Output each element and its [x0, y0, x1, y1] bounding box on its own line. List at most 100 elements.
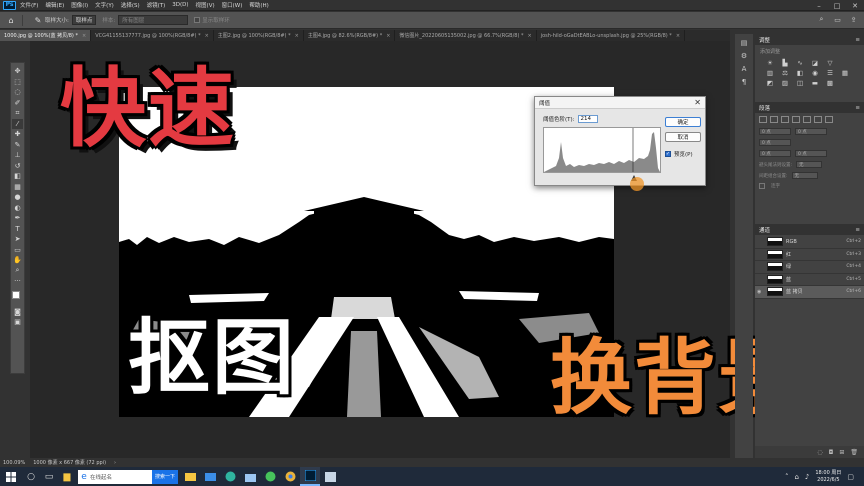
taskbar-search-button[interactable]: 搜索一下 — [151, 469, 178, 484]
explorer-app-icon[interactable] — [180, 467, 200, 486]
share-icon[interactable]: ⇪ — [849, 15, 858, 24]
pen-tool-icon[interactable]: ✒ — [12, 213, 23, 224]
ok-button[interactable]: 确定 — [665, 117, 701, 127]
character-icon[interactable]: A — [739, 64, 750, 74]
mojikumi-select[interactable]: 无 — [791, 172, 818, 179]
type-tool-icon[interactable]: T — [12, 224, 23, 235]
justify-all-icon[interactable] — [825, 116, 833, 123]
justify-right-icon[interactable] — [814, 116, 822, 123]
align-left-icon[interactable] — [759, 116, 767, 123]
minimize-icon[interactable]: – — [810, 0, 828, 11]
histogram[interactable] — [543, 127, 661, 173]
channel-mixer-icon[interactable]: ☰ — [825, 69, 835, 77]
align-center-icon[interactable] — [770, 116, 778, 123]
other-app-icon[interactable] — [320, 467, 340, 486]
search-icon[interactable]: ○ — [22, 467, 40, 486]
vibrance-icon[interactable]: ▽ — [825, 59, 835, 67]
path-select-icon[interactable]: ➤ — [12, 234, 23, 245]
posterize-icon[interactable]: ▨ — [780, 79, 790, 87]
gradient-map-icon[interactable]: ▬ — [810, 79, 820, 87]
clock[interactable]: 18:00 周日 2022/6/5 — [815, 470, 841, 483]
photo-filter-icon[interactable]: ◉ — [810, 69, 820, 77]
mail-app-icon[interactable] — [200, 467, 220, 486]
panel-menu-icon[interactable]: ≡ — [855, 37, 860, 43]
preview-option[interactable]: ✓ 预览(P) — [665, 150, 693, 158]
paragraph-icon[interactable]: ¶ — [739, 77, 750, 87]
color-balance-icon[interactable]: ⚖ — [780, 69, 790, 77]
close-icon[interactable]: ✕ — [846, 0, 864, 11]
history-icon[interactable]: ▤ — [739, 38, 750, 48]
maximize-icon[interactable]: □ — [828, 0, 846, 11]
load-selection-icon[interactable]: ◌ — [817, 449, 822, 456]
zoom-tool-icon[interactable]: ⌕ — [12, 266, 23, 277]
properties-icon[interactable]: ⚙ — [739, 51, 750, 61]
curves-icon[interactable]: ∿ — [795, 59, 805, 67]
menu-image[interactable]: 图像(I) — [71, 1, 88, 9]
tab-doc-3[interactable]: 主图2.jpg @ 100%(RGB/8#) * × — [214, 30, 304, 41]
menu-view[interactable]: 视图(V) — [196, 1, 215, 9]
brightness-icon[interactable]: ☀ — [765, 59, 775, 67]
tab-doc-5[interactable]: 微信图片_20220605135002.jpg @ 66.7%(RGB/8) *… — [395, 30, 537, 41]
preview-checkbox[interactable]: ✓ — [665, 151, 671, 157]
selective-color-icon[interactable]: ▩ — [825, 79, 835, 87]
cancel-button[interactable]: 取消 — [665, 132, 701, 142]
threshold-level-input[interactable]: 214 — [577, 115, 598, 123]
quick-select-tool-icon[interactable]: ✐ — [12, 98, 23, 109]
search-icon[interactable]: ⌕ — [817, 15, 826, 24]
channel-row-blue-copy[interactable]: ◉ 蓝 拷贝 Ctrl+6 — [755, 286, 864, 299]
lasso-tool-icon[interactable]: ◌ — [12, 87, 23, 98]
justify-center-icon[interactable] — [803, 116, 811, 123]
edge-browser-icon[interactable] — [220, 467, 240, 486]
taskbar-search-box[interactable]: e 在线起名 搜索一下 — [78, 469, 178, 484]
menu-select[interactable]: 选择(S) — [121, 1, 140, 9]
adjustments-panel-header[interactable]: 调整 ≡ — [755, 34, 864, 45]
channel-row-red[interactable]: 红 Ctrl+3 — [755, 249, 864, 261]
menu-filter[interactable]: 滤镜(T) — [147, 1, 166, 9]
chrome-app-icon[interactable] — [280, 467, 300, 486]
tab-doc-4[interactable]: 主图4.jpg @ 82.6%(RGB/8#) * × — [304, 30, 396, 41]
healing-tool-icon[interactable]: ✚ — [12, 129, 23, 140]
marquee-tool-icon[interactable]: ⬚ — [12, 77, 23, 88]
screen-mode-icon[interactable]: ▣ — [12, 317, 23, 328]
close-icon[interactable]: × — [205, 33, 209, 39]
menu-type[interactable]: 文字(Y) — [95, 1, 114, 9]
channel-row-blue[interactable]: 蓝 Ctrl+5 — [755, 274, 864, 286]
notification-icon[interactable]: ▢ — [847, 473, 854, 481]
stamp-tool-icon[interactable]: ⊥ — [12, 150, 23, 161]
channels-panel-header[interactable]: 通道 ≡ — [755, 224, 864, 235]
menu-edit[interactable]: 编辑(E) — [45, 1, 64, 9]
hyphenate-checkbox[interactable] — [759, 183, 765, 189]
panel-menu-icon[interactable]: ≡ — [855, 227, 860, 233]
quick-mask-icon[interactable]: ◙ — [12, 307, 23, 318]
eyedropper-tool-icon[interactable]: ⁄ — [12, 118, 23, 129]
align-right-icon[interactable] — [781, 116, 789, 123]
volume-icon[interactable]: ♪ — [805, 473, 809, 481]
eye-icon[interactable]: ◉ — [757, 289, 764, 295]
kinsoku-select[interactable]: 无 — [796, 161, 823, 168]
zoom-level[interactable]: 100.09% — [3, 460, 25, 466]
menu-window[interactable]: 窗口(W) — [222, 1, 243, 9]
space-before-field[interactable]: 0 点 — [759, 150, 791, 157]
levels-icon[interactable]: ▙ — [780, 59, 790, 67]
blur-tool-icon[interactable]: ● — [12, 192, 23, 203]
eyedropper-icon[interactable]: ✎ — [31, 14, 45, 26]
chevron-right-icon[interactable]: › — [114, 460, 116, 466]
paragraph-panel-header[interactable]: 段落 ≡ — [755, 102, 864, 113]
tab-doc-2[interactable]: VCG41155137777.jpg @ 100%(RGB/8#) * × — [91, 30, 214, 41]
exposure-icon[interactable]: ◪ — [810, 59, 820, 67]
close-icon[interactable]: × — [82, 33, 86, 39]
move-tool-icon[interactable]: ✥ — [12, 66, 23, 77]
indent-right-field[interactable]: 0 点 — [795, 128, 827, 135]
indent-left-field[interactable]: 0 点 — [759, 128, 791, 135]
delete-icon[interactable]: 🗑 — [850, 449, 858, 456]
hand-tool-icon[interactable]: ✋ — [12, 255, 23, 266]
foreground-color-swatch[interactable] — [12, 290, 20, 299]
home-icon[interactable]: ⌂ — [4, 14, 18, 26]
black-white-icon[interactable]: ◧ — [795, 69, 805, 77]
panel-menu-icon[interactable]: ≡ — [855, 105, 860, 111]
gradient-tool-icon[interactable]: ▦ — [12, 182, 23, 193]
menu-file[interactable]: 文件(F) — [20, 1, 38, 9]
task-view-icon[interactable]: ▭ — [40, 467, 58, 486]
space-after-field[interactable]: 0 点 — [795, 150, 827, 157]
start-button[interactable] — [0, 467, 22, 486]
